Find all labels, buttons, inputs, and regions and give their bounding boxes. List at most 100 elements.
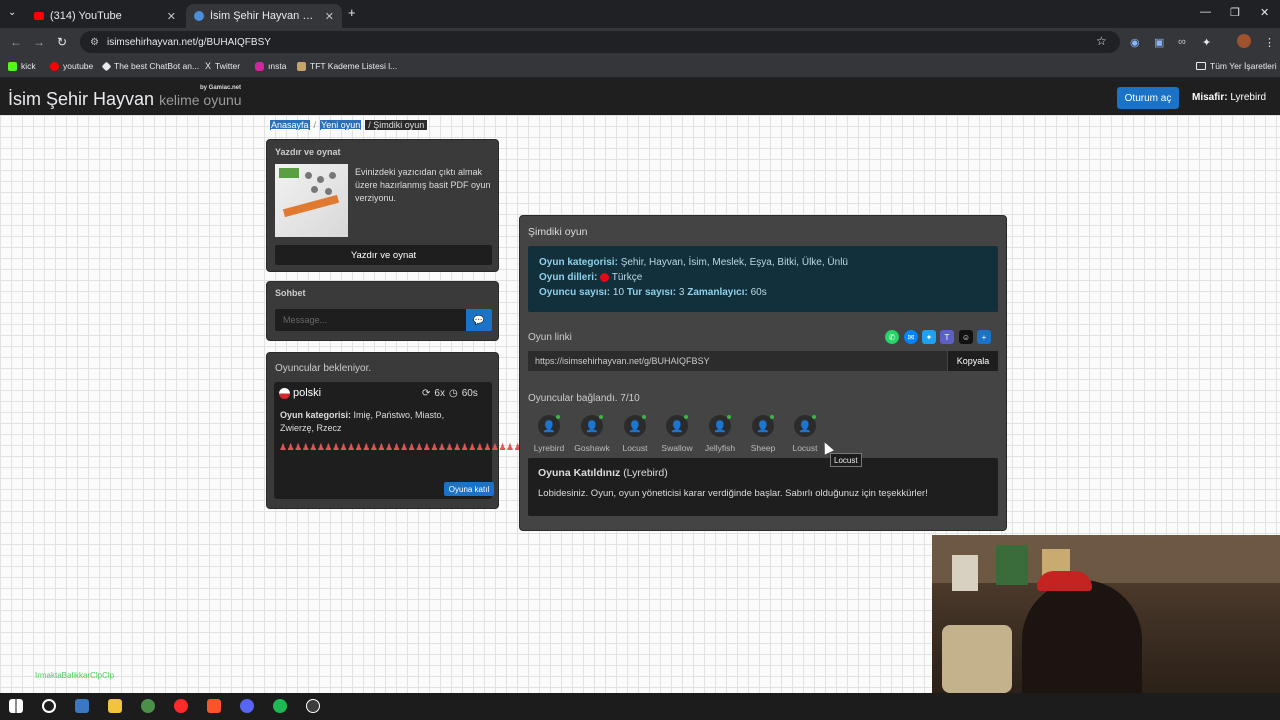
x-icon: X [205, 61, 212, 71]
site-brand[interactable]: İsim Şehir Hayvan kelime oyunu [8, 89, 242, 110]
guest-name: Lyrebird [1230, 92, 1267, 103]
snapchat-icon[interactable]: ☺ [959, 330, 973, 344]
breadcrumb-new-game[interactable]: Yeni oyun [320, 120, 362, 130]
send-message-button[interactable]: 💬 [466, 309, 492, 331]
online-dot [770, 415, 774, 419]
avatar[interactable] [1237, 34, 1251, 48]
folder-icon [1196, 62, 1206, 70]
info-label: Oyuncu sayısı: [539, 287, 611, 298]
join-game-button[interactable]: Oyuna katıl [444, 482, 494, 496]
info-value: 3 [678, 287, 685, 298]
guest-label: Misafir: [1192, 92, 1228, 103]
youtube-music-icon[interactable] [174, 699, 188, 713]
game-meta: ⟳ 6x ◷ 60s [422, 388, 478, 399]
steam-icon[interactable] [75, 699, 89, 713]
tab-title: İsim Şehir Hayvan oyununa katı [210, 10, 319, 22]
dot-icon [325, 188, 332, 195]
add-share-icon[interactable]: + [977, 330, 991, 344]
teams-icon[interactable]: T [940, 330, 954, 344]
user-icon: 👤 [713, 420, 727, 433]
bookmark-chatbot[interactable]: The best ChatBot an... [101, 61, 199, 71]
tab-search-icon[interactable]: ⌄ [8, 7, 16, 18]
turkey-flag-icon [600, 272, 610, 282]
info-value: Türkçe [611, 272, 643, 283]
breadcrumb-home[interactable]: Anasayfa [270, 120, 310, 130]
player-avatar[interactable]: 👤 [709, 415, 731, 437]
tab-isim-sehir-hayvan[interactable]: İsim Şehir Hayvan oyununa katı ✕ [186, 4, 342, 28]
copy-link-button[interactable]: Kopyala [948, 351, 998, 371]
youtube-icon [50, 61, 59, 71]
brand-main: İsim Şehir Hayvan [8, 89, 155, 109]
all-bookmarks[interactable]: Tüm Yer İşaretleri [1196, 61, 1277, 71]
category-label: Oyun kategorisi: [280, 410, 352, 420]
player-avatar[interactable]: 👤 [581, 415, 603, 437]
print-description: Evinizdeki yazıcıdan çıktı almak üzere h… [355, 167, 491, 203]
player-avatar[interactable]: 👤 [666, 415, 688, 437]
reload-icon[interactable]: ↻ [57, 35, 67, 49]
santa-hat [1037, 571, 1092, 591]
minimize-icon[interactable]: — [1200, 6, 1211, 18]
back-icon[interactable]: ← [10, 35, 22, 49]
all-bookmarks-label: Tüm Yer İşaretleri [1210, 61, 1277, 71]
file-explorer-icon[interactable] [108, 699, 122, 713]
tab-title: (314) YouTube [50, 10, 122, 22]
chair [942, 625, 1012, 693]
tab-youtube[interactable]: (314) YouTube ✕ [26, 4, 184, 28]
player-avatar[interactable]: 👤 [624, 415, 646, 437]
discord-icon[interactable] [240, 699, 254, 713]
messenger-icon[interactable]: ✉ [904, 330, 918, 344]
extension-icon[interactable]: ◉ [1130, 36, 1140, 49]
maximize-icon[interactable]: ❐ [1230, 6, 1240, 19]
joined-title: Oyuna Katıldınız (Lyrebird) [538, 467, 988, 479]
brand-sub: kelime oyunu [159, 92, 242, 108]
whatsapp-icon[interactable]: ✆ [885, 330, 899, 344]
login-button[interactable]: Oturum aç [1117, 87, 1179, 109]
menu-icon[interactable]: ⋮ [1264, 36, 1275, 49]
info-categories: Oyun kategorisi: Şehir, Hayvan, İsim, Me… [539, 255, 987, 270]
new-tab-icon[interactable]: + [348, 5, 356, 20]
player-avatar[interactable]: 👤 [794, 415, 816, 437]
browser-toolbar: ← → ↻ ⚙ isimsehirhayvan.net/g/BUHAIQFBSY… [0, 28, 1280, 56]
game-link-input[interactable]: https://isimsehirhayvan.net/g/BUHAIQFBSY [528, 351, 947, 371]
joined-title-text: Oyuna Katıldınız [538, 467, 621, 479]
stream-chat-overlay: IrmaktaBalikkarClpClp [35, 671, 115, 680]
forward-icon[interactable]: → [33, 35, 45, 49]
joined-message-box: Oyuna Katıldınız (Lyrebird) Lobidesiniz.… [528, 458, 998, 516]
timer-value: 60s [461, 388, 478, 399]
twitter-icon[interactable]: ✦ [922, 330, 936, 344]
chrome-icon[interactable] [141, 699, 155, 713]
spotify-icon[interactable] [273, 699, 287, 713]
search-icon[interactable] [42, 699, 56, 713]
player-avatar[interactable]: 👤 [752, 415, 774, 437]
bookmark-kick[interactable]: kick [8, 61, 36, 71]
brave-icon[interactable] [207, 699, 221, 713]
bookmark-label: ınsta [268, 61, 287, 71]
bookmark-youtube[interactable]: youtube [50, 61, 93, 71]
person [1022, 580, 1142, 693]
windows-start-icon[interactable] [9, 699, 23, 713]
game-link-label: Oyun linki [528, 332, 572, 343]
guest-user[interactable]: Misafir: Lyrebird [1192, 92, 1266, 103]
chat-message-input[interactable]: Message... [275, 309, 466, 331]
site-info-icon[interactable]: ⚙ [90, 37, 99, 48]
translate-icon[interactable]: ▣ [1154, 36, 1164, 49]
bookmark-star-icon[interactable]: ☆ [1096, 34, 1107, 48]
info-label: Tur sayısı: [626, 287, 677, 298]
close-tab-icon[interactable]: ✕ [167, 10, 176, 23]
close-window-icon[interactable]: ✕ [1260, 6, 1269, 19]
bookmark-tft[interactable]: TFT Kademe Listesi l... [297, 61, 397, 71]
puzzle-icon[interactable]: ✦ [1202, 36, 1211, 49]
rounds-value: 6x [434, 388, 445, 399]
user-icon: 👤 [542, 420, 556, 433]
user-icon: 👤 [585, 420, 599, 433]
bookmark-insta[interactable]: ınsta [255, 61, 286, 71]
obs-icon[interactable] [306, 699, 320, 713]
address-bar[interactable]: ⚙ isimsehirhayvan.net/g/BUHAIQFBSY [80, 31, 1120, 53]
close-tab-icon[interactable]: ✕ [325, 10, 334, 23]
print-and-play-button[interactable]: Yazdır ve oynat [275, 245, 492, 265]
online-dot [642, 415, 646, 419]
url-text: isimsehirhayvan.net/g/BUHAIQFBSY [106, 36, 271, 48]
bookmark-twitter[interactable]: X Twitter [205, 61, 240, 71]
player-avatar[interactable]: 👤 [538, 415, 560, 437]
extension-icon[interactable]: ∞ [1178, 36, 1186, 48]
